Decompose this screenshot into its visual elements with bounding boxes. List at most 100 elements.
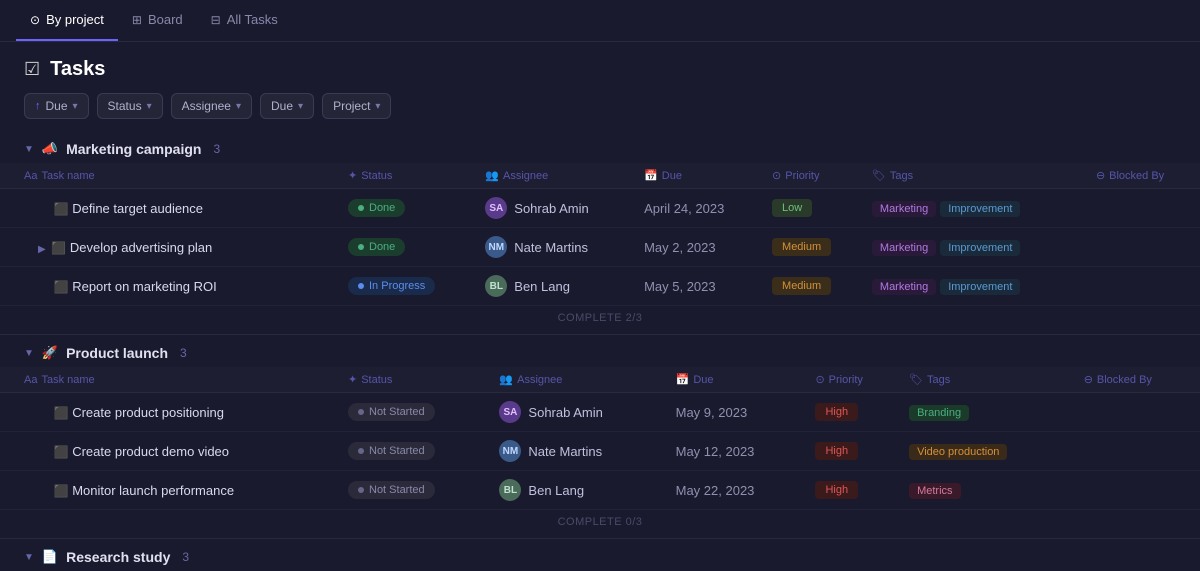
section-emoji: 📄 xyxy=(42,549,58,565)
task-tags-cell: MarketingImprovement xyxy=(864,267,1088,306)
section-title: Research study xyxy=(66,549,170,565)
status-badge[interactable]: Not Started xyxy=(348,481,435,499)
task-name-cell: ⬛ Report on marketing ROI xyxy=(0,267,340,306)
section-count: 3 xyxy=(180,346,187,360)
col-icon-tags: 🏷 xyxy=(909,373,923,386)
table-row[interactable]: ⬛ Create product positioning Not Started… xyxy=(0,393,1200,432)
filter-status[interactable]: Status▾ xyxy=(97,93,163,119)
col-icon-blocked: ⊖ xyxy=(1096,169,1105,182)
col-label-name: Task name xyxy=(41,374,94,386)
col-header-priority: ⊙ Priority xyxy=(764,163,864,189)
tag-badge: Branding xyxy=(909,405,969,421)
status-label: Not Started xyxy=(369,406,425,418)
tab-by-project[interactable]: ⊙By project xyxy=(16,0,118,41)
section-header-product-launch[interactable]: ▼ 🚀 Product launch 3 xyxy=(0,335,1200,367)
filter-project[interactable]: Project▾ xyxy=(322,93,391,119)
status-label: In Progress xyxy=(369,280,425,292)
tag-badge: Video production xyxy=(909,444,1007,460)
col-icon-name: Aa xyxy=(24,170,37,182)
task-tags-cell: MarketingImprovement xyxy=(864,228,1088,267)
table-row[interactable]: ⬛ Create product demo video Not StartedN… xyxy=(0,432,1200,471)
task-tags-cell: Video production xyxy=(901,432,1076,471)
tag-badge: Improvement xyxy=(940,240,1020,256)
col-label-status: Status xyxy=(361,170,392,182)
task-icon: ⬛ xyxy=(51,241,66,255)
chevron-down-icon: ▾ xyxy=(298,101,303,112)
assignee-name: Nate Martins xyxy=(528,444,602,459)
task-blocked-cell xyxy=(1088,189,1200,228)
task-assignee-cell: SASohrab Amin xyxy=(491,393,667,432)
task-due-cell: May 5, 2023 xyxy=(636,267,764,306)
status-dot xyxy=(358,244,364,250)
section-header-marketing-campaign[interactable]: ▼ 📣 Marketing campaign 3 xyxy=(0,131,1200,163)
col-header-status: ✦Status xyxy=(340,367,491,393)
task-blocked-cell xyxy=(1088,228,1200,267)
col-icon-assignee: 👥 xyxy=(499,373,513,386)
tag-badge: Marketing xyxy=(872,240,936,256)
filters-bar: ↑Due▾Status▾Assignee▾Due▾Project▾ xyxy=(0,89,1200,131)
complete-bar: COMPLETE 2/3 xyxy=(0,306,1200,335)
tab-board[interactable]: ⊞Board xyxy=(118,0,197,41)
col-header-assignee: 👥Assignee xyxy=(477,163,636,189)
avatar: BL xyxy=(499,479,521,501)
chevron-down-icon: ▾ xyxy=(236,101,241,112)
col-icon-tags: 🏷 xyxy=(872,169,886,182)
status-badge[interactable]: Done xyxy=(348,238,405,256)
tag-badge: Metrics xyxy=(909,483,960,499)
section-header-research-study[interactable]: ▼ 📄 Research study 3 xyxy=(0,539,1200,571)
col-header-due: 📅Due xyxy=(668,367,808,393)
due-date: May 9, 2023 xyxy=(676,405,748,420)
task-blocked-cell xyxy=(1076,393,1200,432)
status-badge[interactable]: Done xyxy=(348,199,405,217)
status-label: Done xyxy=(369,202,395,214)
section-count: 3 xyxy=(213,142,220,156)
expand-button[interactable]: ▶ xyxy=(36,244,48,255)
avatar: NM xyxy=(499,440,521,462)
chevron-down-icon: ▾ xyxy=(375,101,380,112)
table-marketing-campaign: AaTask name✦Status👥Assignee📅Due⊙Priority… xyxy=(0,163,1200,306)
filter-label: Due xyxy=(271,99,293,113)
tab-all-tasks[interactable]: ⊟All Tasks xyxy=(197,0,292,41)
filter-due[interactable]: ↑Due▾ xyxy=(24,93,89,119)
col-header-tags: 🏷Tags xyxy=(901,367,1076,393)
task-name: Create product demo video xyxy=(72,444,229,459)
col-header-tags: 🏷 Tags xyxy=(864,163,1088,189)
status-badge[interactable]: Not Started xyxy=(348,403,435,421)
table-row[interactable]: ⬛ Report on marketing ROI In Progress BLB… xyxy=(0,267,1200,306)
task-name: Monitor launch performance xyxy=(72,483,234,498)
col-label-priority: Priority xyxy=(785,170,819,182)
by-project-icon: ⊙ xyxy=(30,13,40,27)
table-row[interactable]: ▶ ⬛ Develop advertising plan DoneNMNate … xyxy=(0,228,1200,267)
assignee-name: Sohrab Amin xyxy=(514,201,588,216)
col-label-priority: Priority xyxy=(829,374,863,386)
table-product-launch: AaTask name✦Status👥Assignee📅Due⊙Priority… xyxy=(0,367,1200,510)
task-assignee-cell: NMNate Martins xyxy=(477,228,636,267)
table-row[interactable]: ⬛ Define target audience DoneSASohrab Am… xyxy=(0,189,1200,228)
col-header-blocked: ⊖Blocked By xyxy=(1076,367,1200,393)
main-content: ▼ 📣 Marketing campaign 3 AaTask name✦Sta… xyxy=(0,131,1200,571)
priority-badge: Medium xyxy=(772,277,831,295)
status-badge[interactable]: Not Started xyxy=(348,442,435,460)
task-icon: ⬛ xyxy=(54,202,69,216)
avatar: SA xyxy=(485,197,507,219)
col-label-tags: Tags xyxy=(890,170,913,182)
priority-badge: High xyxy=(815,403,858,421)
page-title: Tasks xyxy=(50,58,105,81)
assignee-name: Nate Martins xyxy=(514,240,588,255)
status-dot xyxy=(358,448,364,454)
task-due-cell: May 22, 2023 xyxy=(668,471,808,510)
task-name-cell: ⬛ Monitor launch performance xyxy=(0,471,340,510)
col-header-priority: ⊙Priority xyxy=(807,367,901,393)
filter-assignee[interactable]: Assignee▾ xyxy=(171,93,252,119)
task-assignee-cell: BLBen Lang xyxy=(477,267,636,306)
task-blocked-cell xyxy=(1076,432,1200,471)
col-header-name: AaTask name xyxy=(0,367,340,393)
task-icon: ⬛ xyxy=(54,280,69,294)
col-icon-priority: ⊙ xyxy=(772,169,781,182)
table-row[interactable]: ⬛ Monitor launch performance Not Started… xyxy=(0,471,1200,510)
tag-badge: Improvement xyxy=(940,201,1020,217)
status-badge[interactable]: In Progress xyxy=(348,277,435,295)
board-icon: ⊞ xyxy=(132,13,142,27)
filter-due2[interactable]: Due ▾ xyxy=(260,93,314,119)
task-due-cell: May 12, 2023 xyxy=(668,432,808,471)
